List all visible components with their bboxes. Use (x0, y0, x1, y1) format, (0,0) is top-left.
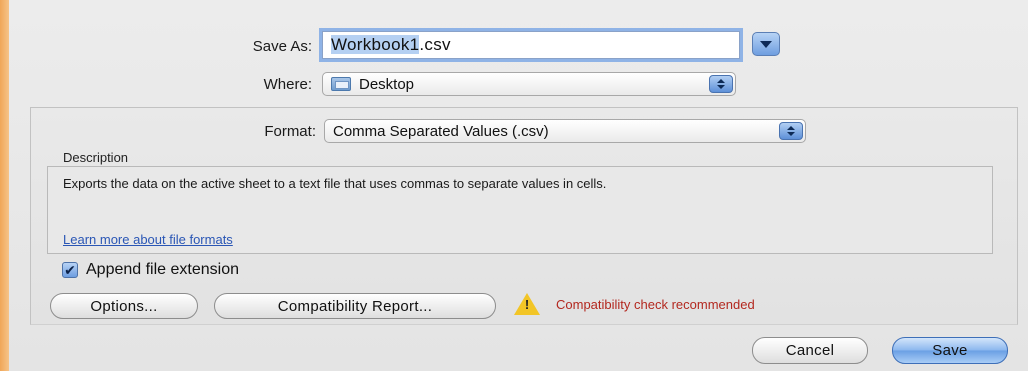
save-button[interactable]: Save (892, 337, 1008, 364)
window-edge (0, 0, 9, 371)
file-name-extension: .csv (419, 35, 451, 54)
save-dialog: Save As: Workbook1.csv Where: Desktop Fo… (0, 0, 1028, 371)
chevron-down-icon (760, 40, 772, 48)
where-popup[interactable]: Desktop (322, 72, 736, 96)
append-extension-label[interactable]: Append file extension (86, 261, 239, 279)
save-as-label: Save As: (252, 38, 312, 55)
format-label: Format: (264, 123, 316, 140)
popup-arrows-icon (709, 75, 733, 93)
popup-arrows-icon (779, 122, 803, 140)
expand-browser-button[interactable] (752, 32, 780, 56)
warning-text: Compatibility check recommended (556, 297, 755, 312)
warning-icon-mark: ! (524, 297, 530, 312)
where-label: Where: (263, 76, 312, 93)
file-name-input[interactable]: Workbook1.csv (322, 31, 740, 59)
where-value: Desktop (359, 75, 415, 93)
format-value: Comma Separated Values (.csv) (333, 122, 549, 140)
file-name-selection: Workbook1 (331, 35, 420, 54)
description-text: Exports the data on the active sheet to … (63, 176, 607, 191)
description-title: Description (63, 150, 129, 165)
compatibility-report-button[interactable]: Compatibility Report... (214, 293, 496, 319)
append-extension-checkbox[interactable]: ✔ (62, 262, 78, 278)
learn-more-link[interactable]: Learn more about file formats (63, 232, 233, 247)
folder-icon (331, 77, 351, 91)
format-popup[interactable]: Comma Separated Values (.csv) (324, 119, 806, 143)
cancel-button[interactable]: Cancel (752, 337, 868, 364)
options-button[interactable]: Options... (50, 293, 198, 319)
